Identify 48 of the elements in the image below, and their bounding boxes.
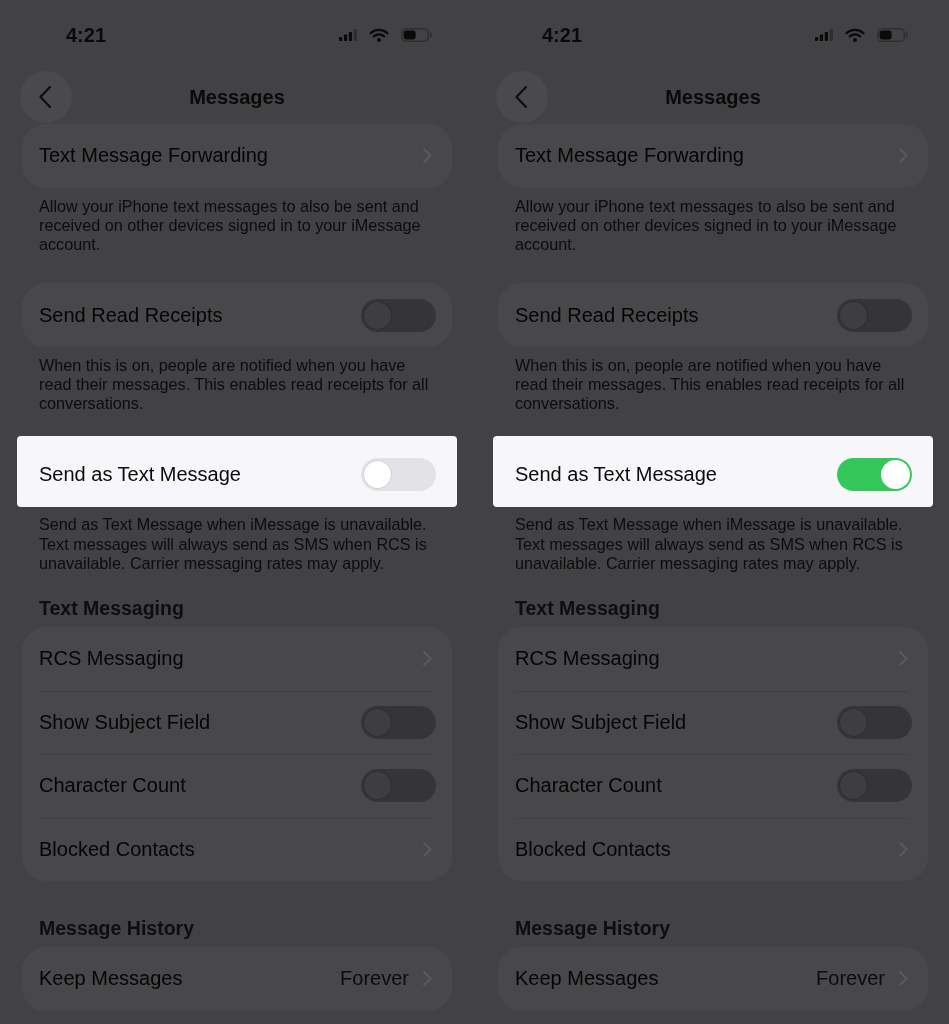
row-value: Forever (816, 967, 885, 991)
nav-title: Messages (189, 85, 285, 109)
settings-row[interactable]: Blocked Contacts (22, 817, 452, 882)
settings-row[interactable]: Text Message Forwarding (22, 124, 452, 188)
row-label: Show Subject Field (515, 710, 688, 734)
row-label: Keep Messages (39, 967, 184, 991)
chevron-left-icon (514, 86, 527, 108)
toggle-switch[interactable] (837, 769, 912, 803)
settings-row[interactable]: Keep Messages Forever (498, 947, 928, 1011)
row-label: Keep Messages (515, 967, 660, 991)
row-label: Send as Text Message (515, 463, 718, 487)
settings-row[interactable]: RCS Messaging (498, 627, 928, 691)
status-time: 4:21 (542, 23, 583, 47)
row-label: Blocked Contacts (39, 837, 196, 861)
battery-icon (401, 28, 432, 42)
row-label: Text Message Forwarding (515, 144, 745, 168)
wifi-icon (845, 28, 865, 42)
settings-row[interactable]: Keep Messages Forever (22, 947, 452, 1011)
battery-icon (877, 28, 908, 42)
signal-icon (339, 29, 357, 41)
row-label: RCS Messaging (39, 647, 185, 671)
row-label: Text Message Forwarding (39, 144, 269, 168)
row-label: RCS Messaging (515, 647, 661, 671)
toggle-switch[interactable] (361, 298, 436, 332)
settings-row[interactable]: RCS Messaging (22, 627, 452, 691)
row-label: Blocked Contacts (515, 837, 672, 861)
row-label: Show Subject Field (39, 710, 212, 734)
toggle-switch[interactable] (361, 458, 436, 492)
wifi-icon (369, 28, 389, 42)
nav-title: Messages (665, 85, 761, 109)
back-button[interactable] (496, 71, 548, 123)
back-button[interactable] (20, 71, 72, 123)
row-label: Character Count (39, 774, 187, 798)
toggle-switch[interactable] (361, 769, 436, 803)
signal-icon (815, 29, 833, 41)
toggle-switch[interactable] (837, 458, 912, 492)
chevron-left-icon (38, 86, 51, 108)
row-label: Character Count (515, 774, 663, 798)
settings-row[interactable]: Blocked Contacts (498, 817, 928, 882)
row-label: Send Read Receipts (515, 303, 700, 327)
row-label: Send Read Receipts (39, 303, 224, 327)
row-value: Forever (340, 967, 409, 991)
status-time: 4:21 (66, 23, 107, 47)
toggle-switch[interactable] (837, 705, 912, 739)
row-label: Send as Text Message (39, 463, 242, 487)
toggle-switch[interactable] (837, 298, 912, 332)
settings-row[interactable]: Text Message Forwarding (498, 124, 928, 188)
toggle-switch[interactable] (361, 705, 436, 739)
